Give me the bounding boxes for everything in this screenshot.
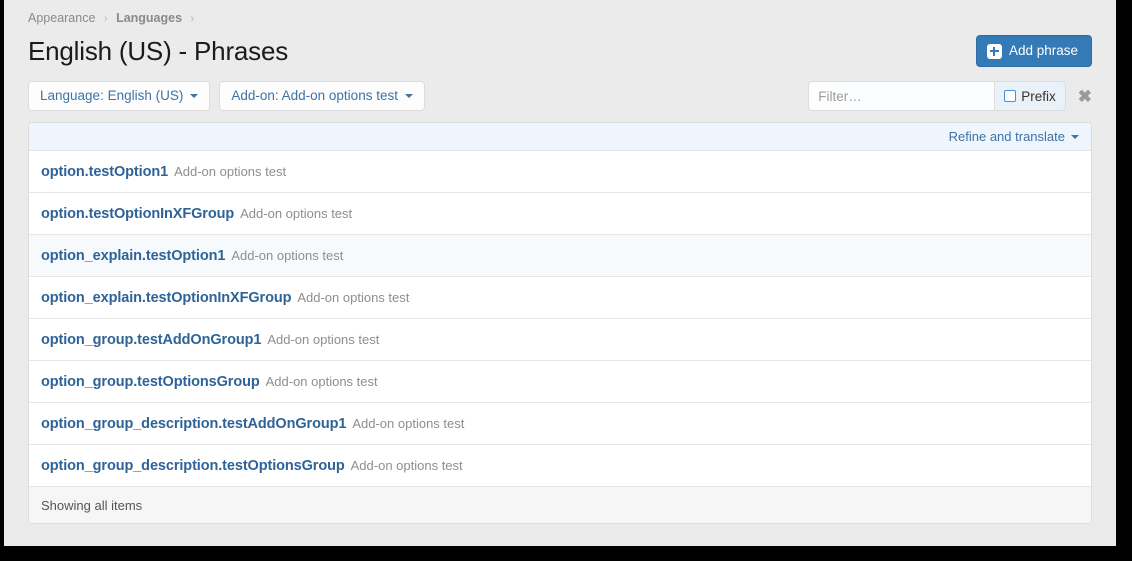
breadcrumb-separator-icon: › bbox=[190, 13, 195, 25]
refine-and-translate-label: Refine and translate bbox=[948, 129, 1065, 144]
addon-filter-button[interactable]: Add-on: Add-on options test bbox=[219, 81, 425, 111]
app-viewport: Appearance › Languages › English (US) - … bbox=[4, 0, 1116, 546]
table-row[interactable]: option_explain.testOptionInXFGroup Add-o… bbox=[29, 277, 1091, 319]
phrase-title: option_group_description.testAddOnGroup1 bbox=[41, 415, 347, 432]
add-phrase-button-label: Add phrase bbox=[1008, 43, 1078, 58]
addon-filter-label: Add-on: Add-on options test bbox=[231, 88, 398, 103]
phrase-addon: Add-on options test bbox=[352, 416, 465, 431]
phrase-title: option.testOptionInXFGroup bbox=[41, 205, 235, 222]
language-filter-button[interactable]: Language: English (US) bbox=[28, 81, 211, 111]
filter-search-input[interactable] bbox=[808, 81, 995, 111]
prefix-checkbox[interactable] bbox=[1004, 90, 1017, 102]
screenshot-frame: Appearance › Languages › English (US) - … bbox=[0, 0, 1132, 561]
chevron-down-icon bbox=[1071, 134, 1079, 139]
phrase-list-card: Refine and translate option.testOption1 … bbox=[28, 122, 1092, 524]
phrase-title: option_group_description.testOptionsGrou… bbox=[41, 457, 345, 474]
table-row[interactable]: option_group_description.testAddOnGroup1… bbox=[29, 403, 1091, 445]
clear-filters-icon[interactable]: ✖ bbox=[1078, 88, 1092, 105]
breadcrumb-item-languages[interactable]: Languages bbox=[116, 11, 182, 25]
phrase-list-body: option.testOption1 Add-on options test o… bbox=[29, 151, 1091, 487]
breadcrumb-separator-icon: › bbox=[103, 13, 108, 25]
phrase-title: option_explain.testOptionInXFGroup bbox=[41, 289, 292, 306]
phrase-addon: Add-on options test bbox=[350, 458, 463, 473]
filter-bar: Language: English (US) Add-on: Add-on op… bbox=[18, 73, 1102, 113]
chevron-down-icon bbox=[190, 94, 199, 98]
language-filter-label: Language: English (US) bbox=[40, 88, 184, 103]
table-row[interactable]: option.testOptionInXFGroup Add-on option… bbox=[29, 193, 1091, 235]
refine-and-translate-link[interactable]: Refine and translate bbox=[949, 129, 1079, 144]
add-phrase-button[interactable]: Add phrase bbox=[975, 35, 1092, 67]
table-row[interactable]: option.testOption1 Add-on options test bbox=[29, 151, 1091, 193]
plus-square-icon bbox=[986, 43, 1002, 59]
phrase-addon: Add-on options test bbox=[240, 206, 353, 221]
filter-bar-right: Prefix ✖ bbox=[808, 81, 1092, 111]
prefix-checkbox-addon[interactable]: Prefix bbox=[994, 81, 1066, 111]
page-container: Appearance › Languages › English (US) - … bbox=[4, 0, 1116, 524]
phrase-addon: Add-on options test bbox=[297, 290, 410, 305]
phrase-title: option_explain.testOption1 bbox=[41, 247, 226, 264]
table-row[interactable]: option_explain.testOption1 Add-on option… bbox=[29, 235, 1091, 277]
filter-input-group: Prefix bbox=[808, 81, 1066, 111]
breadcrumb: Appearance › Languages › bbox=[18, 0, 1102, 29]
phrase-title: option_group.testAddOnGroup1 bbox=[41, 331, 262, 348]
page-title: English (US) - Phrases bbox=[28, 36, 289, 66]
breadcrumb-item-appearance[interactable]: Appearance bbox=[28, 11, 95, 25]
table-row[interactable]: option_group.testOptionsGroup Add-on opt… bbox=[29, 361, 1091, 403]
table-row[interactable]: option_group.testAddOnGroup1 Add-on opti… bbox=[29, 319, 1091, 361]
page-header: English (US) - Phrases Add phrase bbox=[18, 29, 1102, 73]
showing-items-status: Showing all items bbox=[41, 497, 143, 513]
phrase-addon: Add-on options test bbox=[231, 248, 344, 263]
phrase-title: option_group.testOptionsGroup bbox=[41, 373, 260, 390]
phrase-addon: Add-on options test bbox=[174, 164, 287, 179]
chevron-down-icon bbox=[404, 94, 413, 98]
phrase-addon: Add-on options test bbox=[265, 374, 378, 389]
phrase-addon: Add-on options test bbox=[267, 332, 380, 347]
phrase-list-footer: Showing all items bbox=[29, 487, 1091, 523]
table-row[interactable]: option_group_description.testOptionsGrou… bbox=[29, 445, 1091, 487]
phrase-title: option.testOption1 bbox=[41, 163, 169, 180]
prefix-checkbox-label: Prefix bbox=[1021, 88, 1056, 104]
filter-bar-left: Language: English (US) Add-on: Add-on op… bbox=[28, 81, 425, 111]
phrase-list-header: Refine and translate bbox=[29, 123, 1091, 151]
